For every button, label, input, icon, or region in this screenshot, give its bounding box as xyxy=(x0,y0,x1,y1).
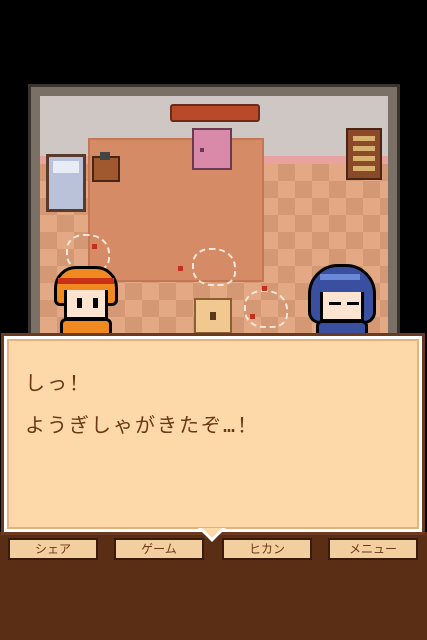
hair-highlight xyxy=(320,274,360,280)
eye-icon xyxy=(93,298,98,308)
closed-eye-icon xyxy=(347,302,359,305)
door[interactable] xyxy=(192,128,232,170)
pillow xyxy=(53,161,79,173)
blood-stain xyxy=(262,286,267,291)
boy-face xyxy=(320,292,364,322)
blood-stain xyxy=(250,314,255,319)
treasure-box[interactable] xyxy=(194,298,232,334)
hikan-button[interactable]: ヒカン xyxy=(222,538,312,560)
dialog-line-1: しっ！ xyxy=(25,371,91,395)
door-knob xyxy=(200,148,204,152)
wall-sign xyxy=(170,104,260,122)
game-button[interactable]: ゲーム xyxy=(114,538,204,560)
next-arrow-icon[interactable] xyxy=(198,528,226,542)
chalk-outline xyxy=(244,290,288,328)
lamp-icon xyxy=(100,152,110,160)
eye-icon xyxy=(77,298,82,308)
lock-icon xyxy=(210,312,216,320)
blood-stain xyxy=(92,244,97,249)
chalk-outline xyxy=(192,248,236,286)
bookshelf[interactable] xyxy=(346,128,382,180)
dialog-line-2: ようぎしゃがきたぞ…！ xyxy=(25,413,260,437)
menu-button[interactable]: メニュー xyxy=(328,538,418,560)
blood-stain xyxy=(178,266,183,271)
game-screen: シェア ゲーム ヒカン メニュー しっ！ ようぎしゃがきたぞ…！ xyxy=(0,0,427,640)
bed[interactable] xyxy=(46,154,86,212)
girl-face xyxy=(64,290,108,320)
share-button[interactable]: シェア xyxy=(8,538,98,560)
girl-headband xyxy=(58,278,114,284)
dialog-box[interactable]: しっ！ ようぎしゃがきたぞ…！ xyxy=(4,336,422,532)
closed-eye-icon xyxy=(329,302,341,305)
